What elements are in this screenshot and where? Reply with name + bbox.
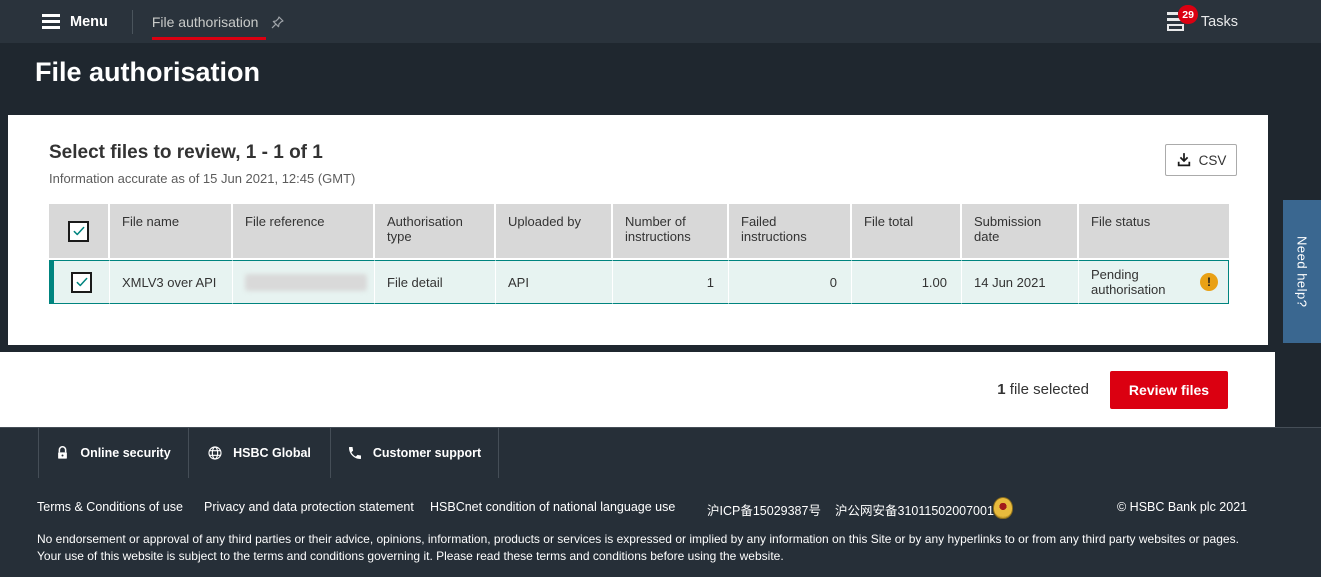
cell-file-total: 1.00: [852, 260, 962, 304]
cell-number-of-instructions: 1: [613, 260, 729, 304]
col-failed-instructions[interactable]: Failed instructions: [729, 204, 852, 258]
table-row[interactable]: XMLV3 over API File detail API 1 0 1.00 …: [49, 260, 1229, 304]
row-checkbox[interactable]: [71, 272, 92, 293]
cell-file-reference: [233, 260, 375, 304]
table-header-row: File name File reference Authorisation t…: [49, 204, 1229, 258]
page-title: File authorisation: [35, 57, 260, 88]
footer-item-label: HSBC Global: [233, 446, 311, 460]
footer-menu: Online security HSBC Global Customer sup…: [0, 428, 1321, 478]
lock-icon: [55, 445, 70, 461]
cell-submission-date: 14 Jun 2021: [962, 260, 1079, 304]
selected-count: 1: [997, 381, 1005, 398]
disclaimer-text: No endorsement or approval of any third …: [37, 531, 1245, 565]
footer-item-online-security[interactable]: Online security: [38, 428, 188, 478]
menu-button[interactable]: Menu: [70, 14, 108, 30]
footer-item-customer-support[interactable]: Customer support: [330, 428, 498, 478]
col-authorisation-type[interactable]: Authorisation type: [375, 204, 496, 258]
action-bar: 1 file selected Review files: [0, 352, 1275, 427]
footer-item-label: Customer support: [373, 446, 481, 460]
footer-item-label: Online security: [80, 446, 170, 460]
panel-timestamp: Information accurate as of 15 Jun 2021, …: [49, 171, 1237, 186]
top-bar: Menu File authorisation 29 Tasks: [0, 0, 1321, 43]
footer-item-hsbc-global[interactable]: HSBC Global: [188, 428, 330, 478]
checkmark-icon: [72, 224, 86, 238]
police-badge-icon: [993, 497, 1013, 519]
col-file-reference[interactable]: File reference: [233, 204, 375, 258]
active-tab-underline: [152, 37, 266, 40]
tasks-label: Tasks: [1201, 14, 1238, 30]
link-psb[interactable]: 沪公网安备31011502007001号: [835, 500, 1006, 519]
status-text: Pending authorisation: [1091, 267, 1191, 297]
warning-icon: !: [1200, 273, 1218, 291]
cell-failed-instructions: 0: [729, 260, 852, 304]
files-panel: Select files to review, 1 - 1 of 1 Infor…: [8, 115, 1268, 345]
checkmark-icon: [75, 275, 89, 289]
tab-label: File authorisation: [152, 14, 259, 30]
redacted-file-reference: [245, 274, 367, 291]
col-number-of-instructions[interactable]: Number of instructions: [613, 204, 729, 258]
topbar-divider: [132, 10, 133, 34]
phone-icon: [347, 445, 363, 461]
link-terms[interactable]: Terms & Conditions of use: [37, 500, 183, 514]
csv-download-button[interactable]: CSV: [1165, 144, 1237, 176]
col-file-name[interactable]: File name: [110, 204, 233, 258]
tasks-button[interactable]: 29 Tasks: [1167, 12, 1238, 31]
cell-authorisation-type: File detail: [375, 260, 496, 304]
tasks-list-icon: 29: [1167, 12, 1189, 31]
review-files-button[interactable]: Review files: [1110, 371, 1228, 409]
globe-icon: [207, 445, 223, 461]
download-icon: [1176, 152, 1192, 168]
col-file-total[interactable]: File total: [852, 204, 962, 258]
col-uploaded-by[interactable]: Uploaded by: [496, 204, 613, 258]
link-hsbcnet-language[interactable]: HSBCnet condition of national language u…: [430, 500, 675, 514]
footer-links: Terms & Conditions of use Privacy and da…: [0, 500, 1321, 520]
col-submission-date[interactable]: Submission date: [962, 204, 1079, 258]
footer: Online security HSBC Global Customer sup…: [0, 427, 1321, 577]
panel-heading: Select files to review, 1 - 1 of 1: [49, 142, 1237, 164]
link-privacy[interactable]: Privacy and data protection statement: [204, 500, 414, 514]
cell-uploaded-by: API: [496, 260, 613, 304]
pin-icon[interactable]: [270, 14, 286, 30]
col-file-status[interactable]: File status: [1079, 204, 1229, 258]
cell-file-name: XMLV3 over API: [110, 260, 233, 304]
tab-file-authorisation[interactable]: File authorisation: [152, 0, 287, 43]
selected-count-text: 1 file selected: [997, 381, 1089, 398]
csv-button-label: CSV: [1199, 153, 1227, 168]
link-icp[interactable]: 沪ICP备15029387号: [707, 500, 821, 519]
file-authorisation-screen: Menu File authorisation 29 Tasks File au…: [0, 0, 1321, 577]
tasks-count-badge: 29: [1178, 5, 1198, 24]
select-all-checkbox[interactable]: [68, 221, 89, 242]
files-table: File name File reference Authorisation t…: [49, 202, 1229, 306]
hamburger-menu-icon[interactable]: [42, 14, 60, 29]
cell-file-status: Pending authorisation !: [1079, 260, 1229, 304]
need-help-tab[interactable]: Need help?: [1283, 200, 1321, 343]
copyright: © HSBC Bank plc 2021: [1117, 500, 1247, 514]
